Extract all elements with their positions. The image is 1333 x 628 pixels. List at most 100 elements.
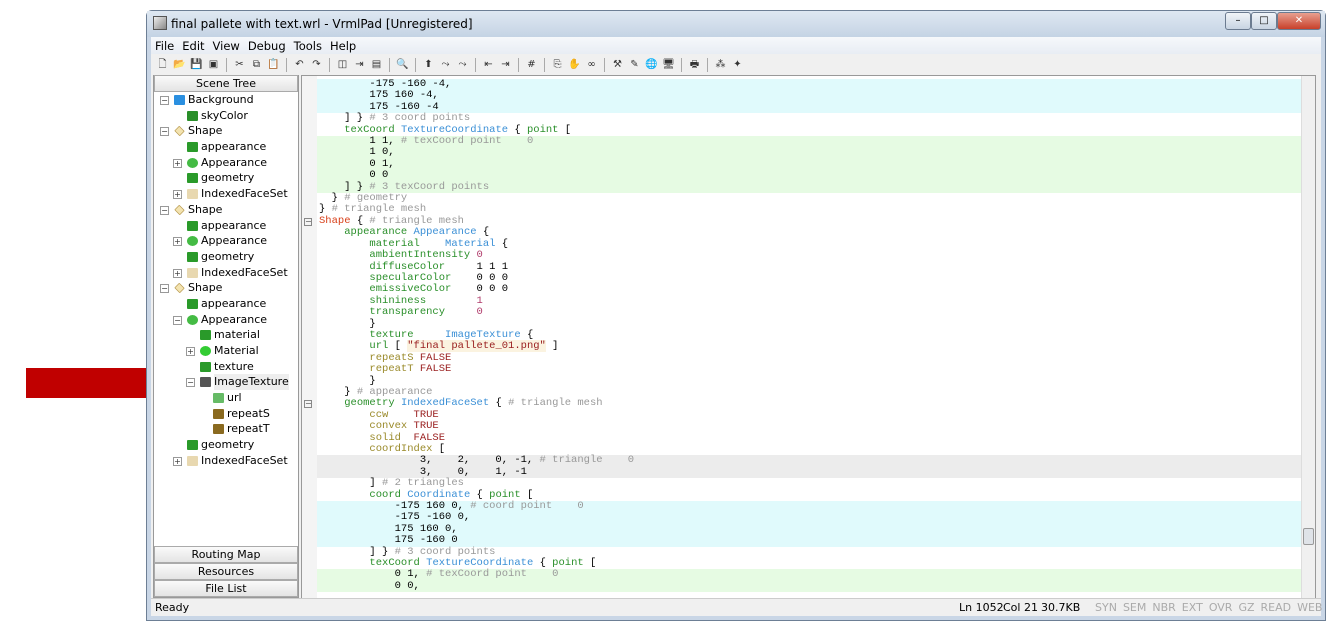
tree-item-skycolor[interactable]: skyColor [154, 108, 298, 124]
menu-file[interactable]: File [151, 37, 178, 53]
expand-icon[interactable]: + [186, 347, 195, 356]
go-to-icon[interactable]: ⬆ [421, 57, 436, 72]
tool1-icon[interactable]: ⚒ [610, 57, 625, 72]
code-line[interactable]: 175 160 0, [317, 523, 1301, 536]
tree-item-geometry[interactable]: geometry [154, 249, 298, 265]
code-line[interactable]: -175 -160 0, [317, 512, 1301, 524]
menu-view[interactable]: View [209, 37, 244, 53]
redo-icon[interactable]: ↷ [309, 57, 324, 72]
paste-icon[interactable]: 📋 [266, 57, 281, 72]
code-line[interactable]: 3, 0, 1, -1 [317, 466, 1301, 479]
code-line[interactable]: repeatT FALSE [317, 363, 1301, 375]
tree-item-indexedfaceset[interactable]: + IndexedFaceSet [154, 453, 298, 469]
toggle-scene-tree-icon[interactable]: ◫ [335, 57, 350, 72]
toggle-preview-icon[interactable]: ⇥ [352, 57, 367, 72]
code-line[interactable]: 0 1, [317, 158, 1301, 171]
tree-item-shape[interactable]: − Shape [154, 123, 298, 139]
code-line[interactable]: ccw TRUE [317, 409, 1301, 421]
code-line[interactable]: 1 0, [317, 147, 1301, 159]
copy-icon[interactable]: ⧉ [249, 57, 264, 72]
code-line[interactable]: ] } # 3 texCoord points [317, 181, 1301, 194]
code-line[interactable]: − geometry IndexedFaceSet { # triangle m… [304, 398, 1301, 409]
bookmark-icon[interactable]: ⎘ [550, 57, 565, 72]
expand-icon[interactable]: + [173, 237, 182, 247]
toggle-output-icon[interactable]: ▤ [369, 57, 384, 72]
code-line[interactable]: 175 160 -4, [317, 90, 1301, 102]
tree-item-url[interactable]: url [154, 390, 298, 406]
expand-icon[interactable]: + [173, 456, 182, 466]
help-icon[interactable]: ✦ [730, 57, 745, 72]
tree-item-background[interactable]: − Background [154, 92, 298, 108]
number-icon[interactable]: # [524, 57, 539, 72]
outdent-icon[interactable]: ⇥ [498, 57, 513, 72]
tab-file-list[interactable]: File List [154, 580, 298, 597]
code-line[interactable]: 0 1, # texCoord point 0 [317, 569, 1301, 581]
tree-item-shape[interactable]: − Shape [154, 202, 298, 218]
menu-tools[interactable]: Tools [290, 37, 326, 53]
code-line[interactable]: convex TRUE [317, 420, 1301, 432]
code-line[interactable]: repeatS FALSE [317, 352, 1301, 364]
code-line[interactable]: url [ "final pallete_01.png" ] [317, 340, 1301, 353]
tree-item-appearance[interactable]: appearance [154, 139, 298, 155]
code-line[interactable]: } # triangle mesh [317, 204, 1301, 215]
save-icon[interactable]: 💾 [189, 57, 204, 72]
code-line[interactable]: -175 -160 -4, [317, 78, 1301, 91]
maximize-button[interactable]: □ [1251, 12, 1277, 30]
vertical-scroll-thumb[interactable] [1303, 528, 1314, 545]
menu-help[interactable]: Help [326, 37, 360, 53]
tab-routing-map[interactable]: Routing Map [154, 546, 298, 563]
close-button[interactable]: ✕ [1277, 12, 1321, 30]
monitor-icon[interactable]: 🖥 [661, 57, 676, 72]
print-icon[interactable]: 🖶 [687, 57, 702, 72]
save-all-icon[interactable]: ▣ [206, 57, 221, 72]
nodes-icon[interactable]: ⁂ [713, 57, 728, 72]
code-area[interactable]: -175 -160 -4, 175 160 -4, 175 -160 -4 ] … [304, 78, 1301, 593]
tree-item-shape[interactable]: − Shape [154, 280, 298, 296]
next-error-icon[interactable]: ⤳ [455, 57, 470, 72]
collapse-icon[interactable]: − [160, 96, 169, 105]
tree-item-appearance[interactable]: − Appearance [154, 312, 298, 328]
code-line[interactable]: transparency 0 [317, 306, 1301, 318]
tree-item-texture[interactable]: texture [154, 359, 298, 375]
fold-toggle-icon[interactable]: − [304, 217, 312, 226]
prev-error-icon[interactable]: ⤳ [438, 57, 453, 72]
collapse-icon[interactable]: − [160, 205, 169, 215]
tree-item-imagetexture[interactable]: − ImageTexture [154, 374, 298, 391]
tree-item-geometry[interactable]: geometry [154, 437, 298, 453]
scene-tree-header[interactable]: Scene Tree [154, 75, 298, 92]
expand-icon[interactable]: + [173, 268, 182, 278]
tree-item-appearance[interactable]: + Appearance [154, 233, 298, 249]
code-line[interactable]: } # geometry [317, 192, 1301, 204]
glasses-icon[interactable]: ∞ [584, 57, 599, 72]
open-icon[interactable]: 📂 [172, 57, 187, 72]
collapse-icon[interactable]: − [160, 127, 169, 137]
tree-item-repeatt[interactable]: repeatT [154, 421, 298, 437]
fold-toggle-icon[interactable]: − [304, 400, 312, 409]
collapse-icon[interactable]: − [173, 315, 182, 325]
hand-icon[interactable]: ✋ [567, 57, 582, 72]
tab-resources[interactable]: Resources [154, 563, 298, 580]
menu-debug[interactable]: Debug [244, 37, 290, 53]
code-editor[interactable]: -175 -160 -4, 175 160 -4, 175 -160 -4 ] … [301, 75, 1316, 599]
vertical-scrollbar[interactable] [1301, 76, 1315, 598]
collapse-icon[interactable]: − [186, 378, 195, 388]
minimize-button[interactable]: – [1225, 12, 1251, 30]
code-line[interactable]: solid FALSE [317, 432, 1301, 444]
globe-icon[interactable]: 🌐 [644, 57, 659, 72]
tool2-icon[interactable]: ✎ [627, 57, 642, 72]
cut-icon[interactable]: ✂ [232, 57, 247, 72]
tree-item-indexedfaceset[interactable]: + IndexedFaceSet [154, 186, 298, 202]
indent-icon[interactable]: ⇤ [481, 57, 496, 72]
undo-icon[interactable]: ↶ [292, 57, 307, 72]
code-line[interactable]: } [317, 375, 1301, 387]
tree-item-repeats[interactable]: repeatS [154, 406, 298, 422]
code-line[interactable]: 0 0, [317, 580, 1301, 593]
expand-icon[interactable]: + [173, 190, 182, 200]
tree-item-indexedfaceset[interactable]: + IndexedFaceSet [154, 265, 298, 281]
tree-item-material[interactable]: material [154, 327, 298, 343]
tree-item-material[interactable]: + Material [154, 343, 298, 359]
tree-item-appearance[interactable]: appearance [154, 218, 298, 234]
menu-edit[interactable]: Edit [178, 37, 208, 53]
code-line[interactable]: 1 1, # texCoord point 0 [317, 135, 1301, 148]
tree-item-appearance[interactable]: appearance [154, 296, 298, 312]
